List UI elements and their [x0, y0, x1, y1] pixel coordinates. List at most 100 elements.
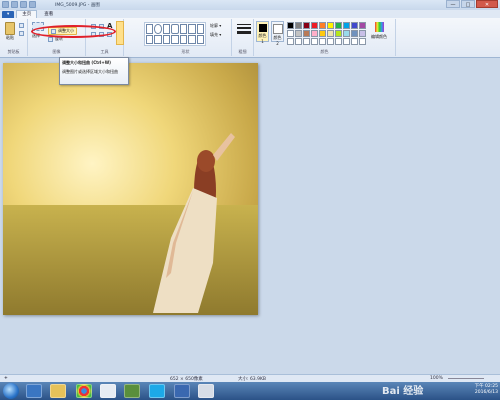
palette-swatch[interactable]	[343, 38, 350, 45]
rectangle-shape-icon[interactable]	[162, 24, 171, 34]
redo-icon[interactable]	[29, 1, 36, 8]
system-tray-clock[interactable]: 下午 02:25 2016/6/13	[475, 384, 498, 396]
edit-colors-button[interactable]: 编辑颜色	[371, 22, 387, 40]
size-group-label: 粗细	[238, 49, 247, 54]
tab-home[interactable]: 主页	[16, 10, 38, 18]
cut-icon[interactable]	[19, 23, 24, 28]
palette-swatch[interactable]	[343, 22, 350, 29]
clipboard-group: 粘贴 剪贴板	[0, 19, 28, 56]
ribbon: 粘贴 剪贴板 选择 调整大小 旋转 图像 A 工具 轮廓 ▾ 填充 ▾ 形状 粗…	[0, 18, 500, 58]
pentagon-shape-icon[interactable]	[154, 34, 162, 44]
size-line-thin	[237, 24, 251, 25]
palette-swatch[interactable]	[351, 38, 358, 45]
palette-swatch[interactable]	[303, 38, 310, 45]
zoom-slider[interactable]	[448, 378, 484, 379]
palette-swatch[interactable]	[287, 30, 294, 37]
palette-swatch[interactable]	[359, 30, 366, 37]
color1-button[interactable]: 颜色 1	[256, 21, 269, 44]
palette-swatch[interactable]	[359, 22, 366, 29]
minimize-button[interactable]: —	[446, 0, 460, 8]
palette-swatch[interactable]	[287, 38, 294, 45]
colors-group: 颜色 1 颜色 2 编辑颜色 颜色	[254, 19, 396, 56]
window-controls: — □ ✕	[446, 0, 498, 8]
tools-group-label: 工具	[100, 49, 109, 54]
right-triangle-shape-icon[interactable]	[196, 24, 204, 34]
palette-swatch[interactable]	[335, 38, 342, 45]
palette-swatch[interactable]	[303, 22, 310, 29]
tools-group: A 工具	[86, 19, 124, 56]
palette-swatch[interactable]	[343, 30, 350, 37]
palette-swatch[interactable]	[311, 22, 318, 29]
palette-swatch[interactable]	[327, 30, 334, 37]
palette-swatch[interactable]	[311, 38, 318, 45]
copy-icon[interactable]	[19, 31, 24, 36]
woman-figure-illustration	[153, 133, 235, 313]
resize-tooltip: 调整大小和扭曲 (Ctrl+W) 调整图片或选择区域大小和扭曲	[59, 57, 129, 85]
ie-icon[interactable]	[26, 384, 42, 398]
paste-button[interactable]: 粘贴	[3, 22, 17, 41]
palette-swatch[interactable]	[303, 30, 310, 37]
tab-view[interactable]: 查看	[39, 11, 58, 18]
hexagon-shape-icon[interactable]	[162, 34, 171, 44]
palette-swatch[interactable]	[319, 38, 326, 45]
zoom-level: 100%	[430, 376, 443, 381]
add-icon: +	[4, 376, 8, 381]
palette-swatch[interactable]	[327, 22, 334, 29]
triangle-shape-icon[interactable]	[188, 24, 196, 34]
palette-swatch[interactable]	[351, 22, 358, 29]
color-palette	[287, 22, 366, 45]
palette-swatch[interactable]	[359, 38, 366, 45]
color1-label: 颜色 1	[258, 33, 267, 44]
oval-shape-icon[interactable]	[154, 24, 162, 34]
rounded-rect-shape-icon[interactable]	[171, 24, 179, 34]
palette-swatch[interactable]	[287, 22, 294, 29]
chrome-icon[interactable]	[76, 384, 92, 398]
up-arrow-shape-icon[interactable]	[188, 34, 196, 44]
word-icon[interactable]	[174, 384, 190, 398]
clipboard-icon	[5, 22, 15, 35]
polygon-shape-icon[interactable]	[179, 24, 188, 34]
diamond-shape-icon[interactable]	[146, 34, 154, 44]
tab-file[interactable]: ▾	[2, 11, 15, 18]
color2-label: 颜色 2	[273, 35, 282, 46]
tooltip-body: 调整图片或选择区域大小和扭曲	[62, 69, 118, 74]
size-line-thick	[237, 31, 251, 34]
palette-swatch[interactable]	[319, 30, 326, 37]
left-arrow-shape-icon[interactable]	[179, 34, 188, 44]
app-taskbar-icon[interactable]	[124, 384, 140, 398]
size-group[interactable]: 粗细	[232, 19, 254, 56]
paint-window-icon[interactable]	[198, 384, 214, 398]
fill-button[interactable]: 填充 ▾	[210, 32, 221, 38]
close-button[interactable]: ✕	[476, 0, 498, 8]
folder-icon[interactable]	[50, 384, 66, 398]
palette-swatch[interactable]	[311, 30, 318, 37]
undo-icon[interactable]	[20, 1, 27, 8]
ribbon-tabs: ▾ 主页 查看	[0, 10, 500, 18]
size-icon	[237, 22, 251, 36]
save-icon[interactable]	[11, 1, 18, 8]
color2-button[interactable]: 颜色 2	[271, 21, 284, 46]
palette-swatch[interactable]	[295, 38, 302, 45]
palette-swatch[interactable]	[351, 30, 358, 37]
right-arrow-shape-icon[interactable]	[171, 34, 179, 44]
clipboard-group-label: 剪贴板	[7, 49, 20, 54]
shapes-gallery[interactable]	[144, 22, 206, 46]
line-shape-icon[interactable]	[146, 24, 154, 34]
palette-swatch[interactable]	[295, 30, 302, 37]
palette-swatch[interactable]	[335, 22, 342, 29]
palette-swatch[interactable]	[295, 22, 302, 29]
paint-taskbar-icon[interactable]	[100, 384, 116, 398]
brushes-button[interactable]	[116, 21, 124, 45]
palette-swatch[interactable]	[327, 38, 334, 45]
palette-swatch[interactable]	[319, 22, 326, 29]
paint-app-icon[interactable]	[2, 1, 9, 8]
outline-button[interactable]: 轮廓 ▾	[210, 23, 221, 29]
palette-swatch[interactable]	[335, 30, 342, 37]
color1-swatch	[258, 24, 267, 32]
start-button[interactable]	[3, 383, 19, 399]
image-canvas[interactable]	[3, 63, 258, 315]
down-arrow-shape-icon[interactable]	[196, 34, 204, 44]
colors-group-label: 颜色	[320, 49, 329, 54]
skype-icon[interactable]	[149, 384, 165, 398]
maximize-button[interactable]: □	[461, 0, 475, 8]
